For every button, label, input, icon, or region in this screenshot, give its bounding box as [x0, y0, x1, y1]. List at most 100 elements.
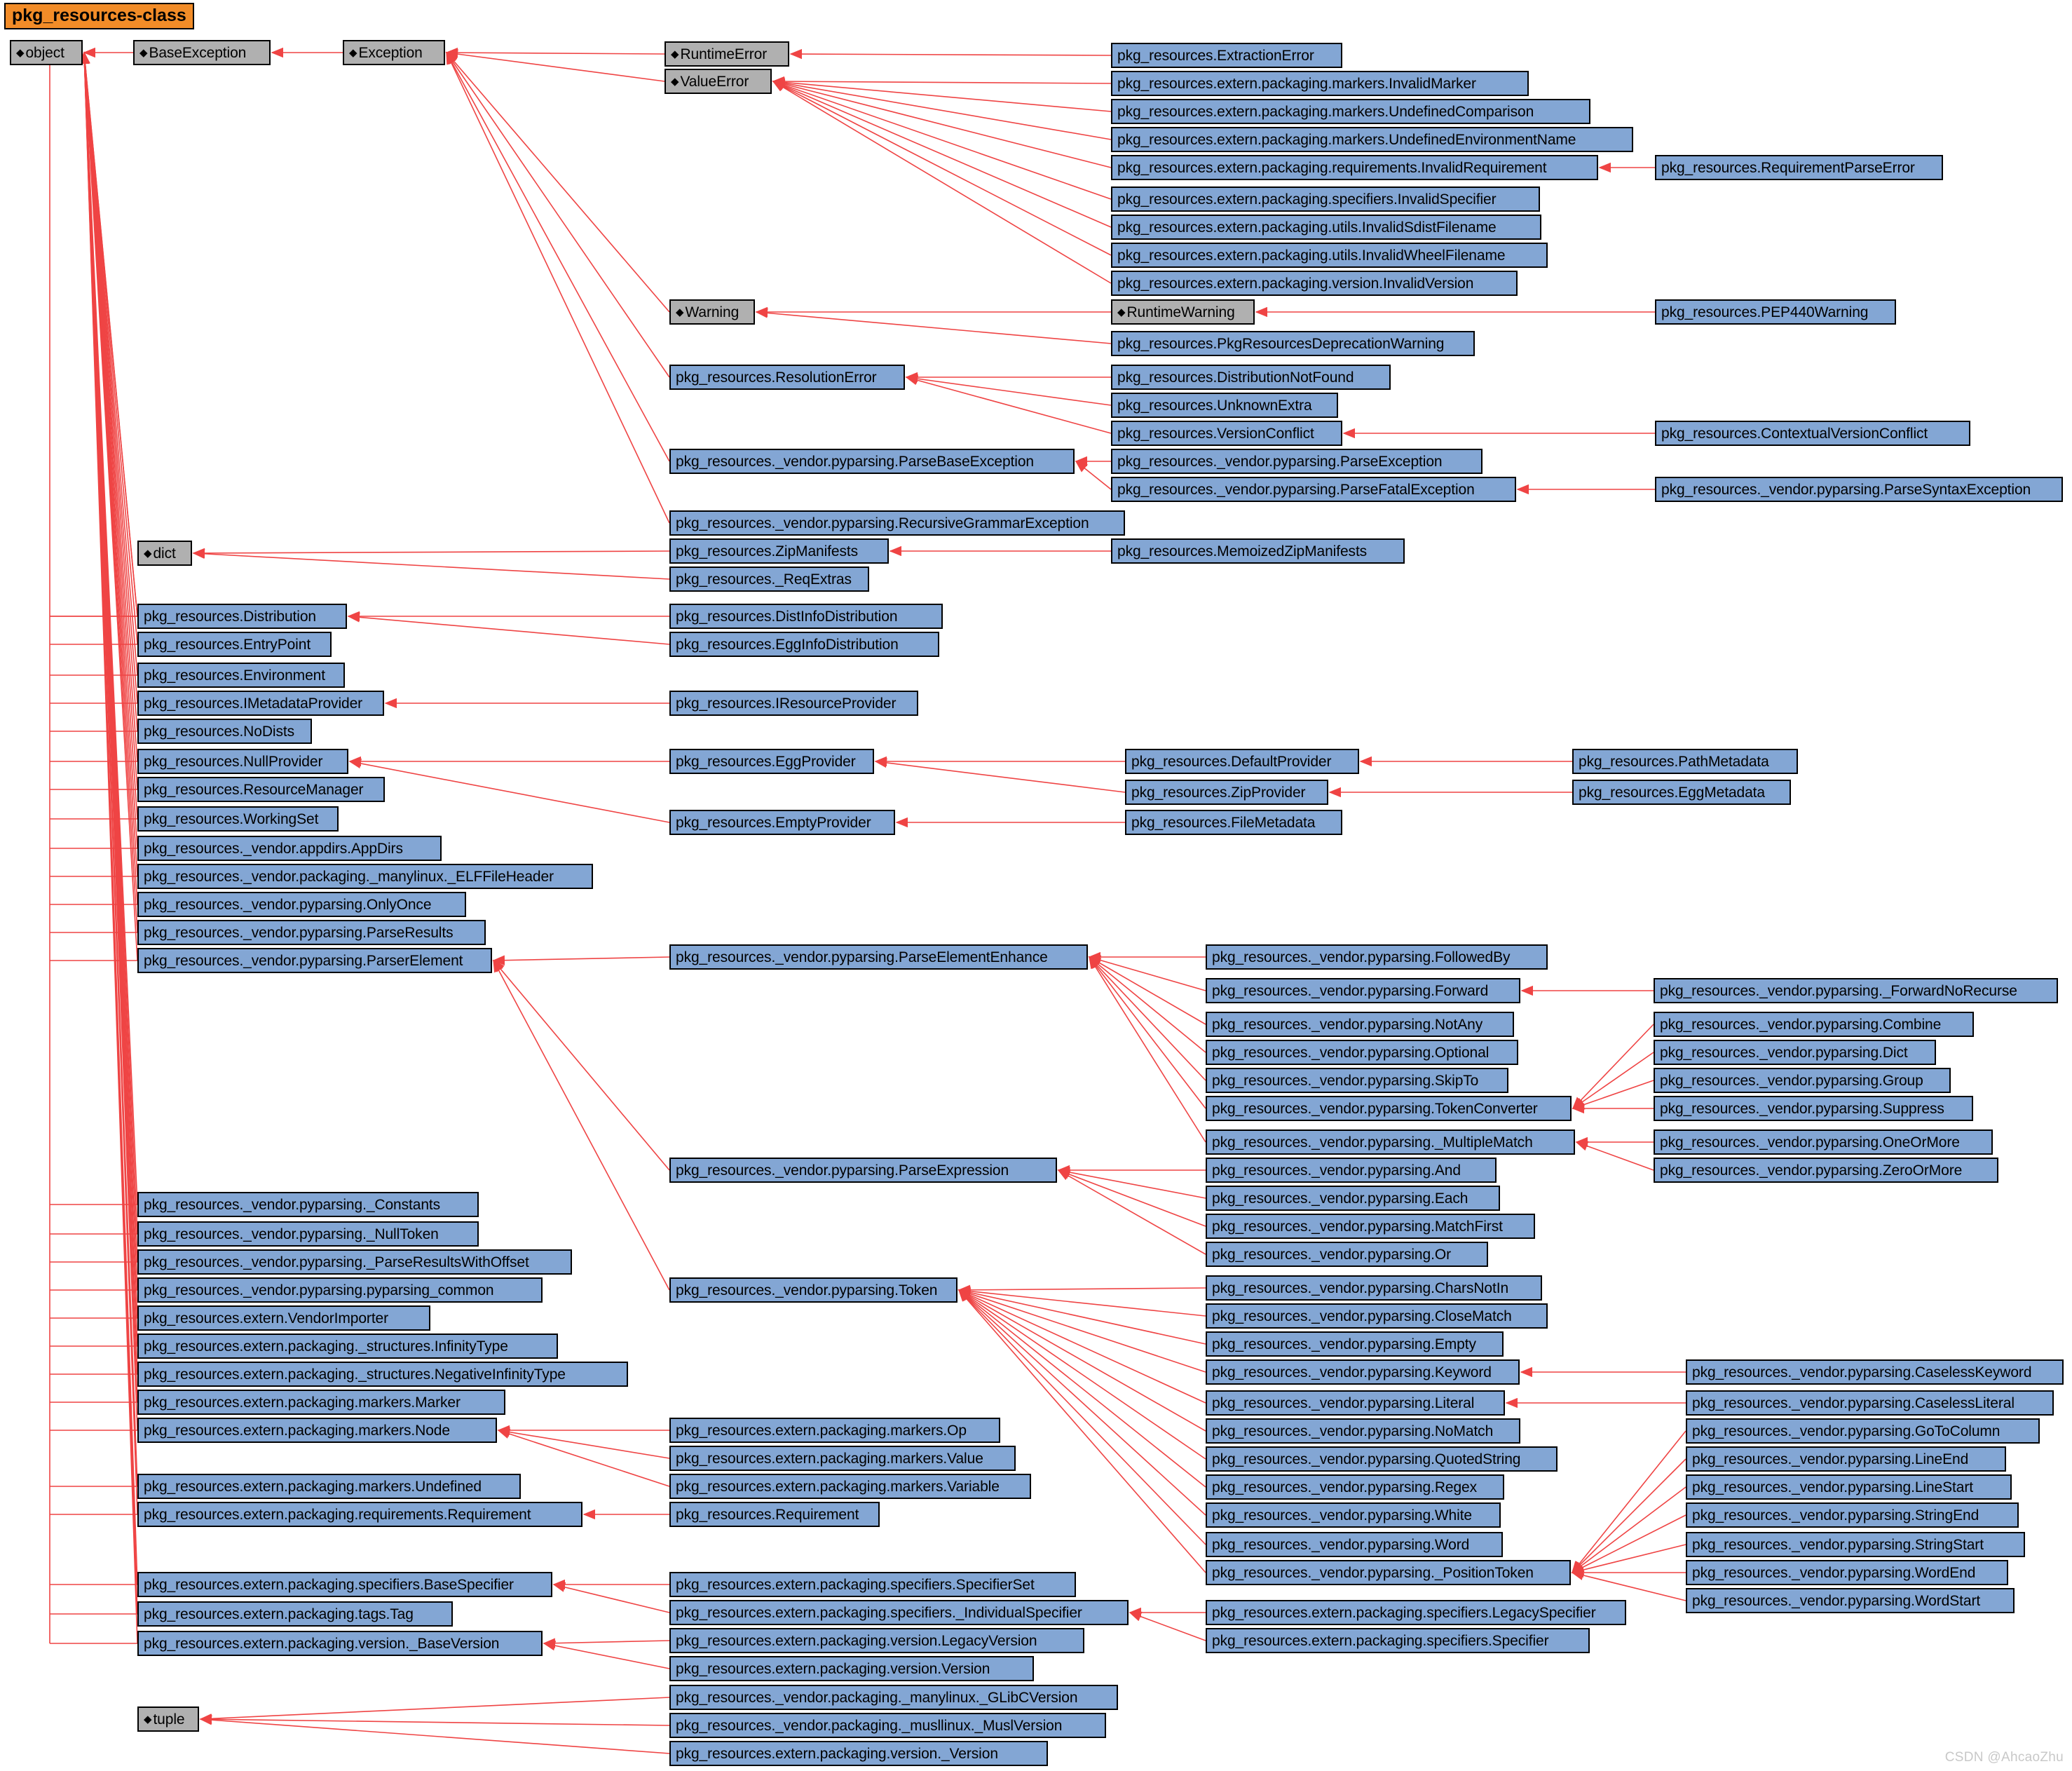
- class-node-imetadataprovider[interactable]: pkg_resources.IMetadataProvider: [137, 691, 384, 716]
- class-node-appdirs[interactable]: pkg_resources._vendor.appdirs.AppDirs: [137, 836, 442, 861]
- class-node-warning[interactable]: Warning: [669, 299, 755, 325]
- class-node-group[interactable]: pkg_resources._vendor.pyparsing.Group: [1654, 1068, 1951, 1093]
- class-node-environment[interactable]: pkg_resources.Environment: [137, 663, 345, 688]
- class-node-pyparsingcommon[interactable]: pkg_resources._vendor.pyparsing.pyparsin…: [137, 1277, 543, 1303]
- class-node-forward[interactable]: pkg_resources._vendor.pyparsing.Forward: [1206, 978, 1520, 1003]
- class-node-parseexception[interactable]: pkg_resources._vendor.pyparsing.ParseExc…: [1111, 449, 1483, 474]
- class-node-matchfirst[interactable]: pkg_resources._vendor.pyparsing.MatchFir…: [1206, 1214, 1535, 1239]
- class-node-dict[interactable]: dict: [137, 541, 192, 566]
- class-node-followedby[interactable]: pkg_resources._vendor.pyparsing.Followed…: [1206, 944, 1548, 970]
- class-node-pyor[interactable]: pkg_resources._vendor.pyparsing.Or: [1206, 1242, 1488, 1267]
- class-node-legacyversion[interactable]: pkg_resources.extern.packaging.version.L…: [669, 1628, 1084, 1653]
- class-node-regex[interactable]: pkg_resources._vendor.pyparsing.Regex: [1206, 1474, 1504, 1500]
- class-node-invalidsdistfilename[interactable]: pkg_resources.extern.packaging.utils.Inv…: [1111, 215, 1541, 240]
- class-node-muslversion[interactable]: pkg_resources._vendor.packaging._musllin…: [669, 1713, 1106, 1738]
- class-node-skipto[interactable]: pkg_resources._vendor.pyparsing.SkipTo: [1206, 1068, 1508, 1093]
- class-node-stringend[interactable]: pkg_resources._vendor.pyparsing.StringEn…: [1686, 1502, 2019, 1528]
- class-node-memoizedzipmanifests[interactable]: pkg_resources.MemoizedZipManifests: [1111, 538, 1405, 564]
- class-node-workingset[interactable]: pkg_resources.WorkingSet: [137, 806, 339, 832]
- class-node-markersvalue[interactable]: pkg_resources.extern.packaging.markers.V…: [669, 1446, 1016, 1471]
- class-node-vendorimporter[interactable]: pkg_resources.extern.VendorImporter: [137, 1305, 430, 1331]
- class-node-pkgresourcesdeprecationwarning[interactable]: pkg_resources.PkgResourcesDeprecationWar…: [1111, 331, 1475, 356]
- class-node-filemetadata[interactable]: pkg_resources.FileMetadata: [1125, 810, 1342, 835]
- class-node-eggmetadata[interactable]: pkg_resources.EggMetadata: [1572, 780, 1791, 805]
- class-node-parseexpression[interactable]: pkg_resources._vendor.pyparsing.ParseExp…: [669, 1158, 1057, 1183]
- class-node-distribution[interactable]: pkg_resources.Distribution: [137, 604, 347, 629]
- class-node-versionconflict[interactable]: pkg_resources.VersionConflict: [1111, 421, 1342, 446]
- class-node-parsefatalexception[interactable]: pkg_resources._vendor.pyparsing.ParseFat…: [1111, 477, 1516, 502]
- class-node-optional[interactable]: pkg_resources._vendor.pyparsing.Optional: [1206, 1040, 1518, 1065]
- class-node-unknownextra[interactable]: pkg_resources.UnknownExtra: [1111, 393, 1338, 418]
- class-node-keyword[interactable]: pkg_resources._vendor.pyparsing.Keyword: [1206, 1359, 1520, 1385]
- class-node-extractionerror[interactable]: pkg_resources.ExtractionError: [1111, 43, 1342, 68]
- class-node-eggprovider[interactable]: pkg_resources.EggProvider: [669, 749, 874, 774]
- class-node-closematch[interactable]: pkg_resources._vendor.pyparsing.CloseMat…: [1206, 1303, 1548, 1329]
- class-node-parserelement[interactable]: pkg_resources._vendor.pyparsing.ParserEl…: [137, 948, 492, 973]
- class-node-iresourceprovider[interactable]: pkg_resources.IResourceProvider: [669, 691, 918, 716]
- class-node-baseexception[interactable]: BaseException: [133, 40, 271, 65]
- class-node-basespecifier[interactable]: pkg_resources.extern.packaging.specifier…: [137, 1572, 552, 1597]
- class-node-onlyonce[interactable]: pkg_resources._vendor.pyparsing.OnlyOnce: [137, 892, 466, 917]
- class-node-runtimewarning[interactable]: RuntimeWarning: [1111, 299, 1255, 325]
- class-node-lineend[interactable]: pkg_resources._vendor.pyparsing.LineEnd: [1686, 1446, 2006, 1472]
- class-node-infinitytype[interactable]: pkg_resources.extern.packaging._structur…: [137, 1334, 558, 1359]
- class-node-object[interactable]: object: [10, 40, 83, 65]
- class-node-requirementparseerror[interactable]: pkg_resources.RequirementParseError: [1655, 155, 1943, 180]
- class-node-contextualversionconflict[interactable]: pkg_resources.ContextualVersionConflict: [1655, 421, 1970, 446]
- class-node-pydict[interactable]: pkg_resources._vendor.pyparsing.Dict: [1654, 1040, 1936, 1065]
- class-node-defaultprovider[interactable]: pkg_resources.DefaultProvider: [1125, 749, 1359, 774]
- class-node-glibcversion[interactable]: pkg_resources._vendor.packaging._manylin…: [669, 1685, 1118, 1710]
- class-node-marker[interactable]: pkg_resources.extern.packaging.markers.M…: [137, 1390, 505, 1415]
- class-node-negativeinfinitytype[interactable]: pkg_resources.extern.packaging._structur…: [137, 1362, 628, 1387]
- class-node-undefinedenvironmentname[interactable]: pkg_resources.extern.packaging.markers.U…: [1111, 127, 1633, 152]
- class-node-emptyprovider[interactable]: pkg_resources.EmptyProvider: [669, 810, 895, 835]
- class-node-charsnotin[interactable]: pkg_resources._vendor.pyparsing.CharsNot…: [1206, 1275, 1542, 1301]
- class-node-wordstart[interactable]: pkg_resources._vendor.pyparsing.WordStar…: [1686, 1588, 2015, 1613]
- class-node-markersundefined[interactable]: pkg_resources.extern.packaging.markers.U…: [137, 1474, 521, 1499]
- class-node-resolutionerror[interactable]: pkg_resources.ResolutionError: [669, 365, 905, 390]
- class-node-undefinedcomparison[interactable]: pkg_resources.extern.packaging.markers.U…: [1111, 99, 1590, 124]
- class-node-multiplematch[interactable]: pkg_resources._vendor.pyparsing._Multipl…: [1206, 1129, 1575, 1155]
- class-node-invalidversion[interactable]: pkg_resources.extern.packaging.version.I…: [1111, 271, 1518, 296]
- class-node-token[interactable]: pkg_resources._vendor.pyparsing.Token: [669, 1277, 957, 1303]
- class-node-parseresultswithoffset[interactable]: pkg_resources._vendor.pyparsing._ParseRe…: [137, 1249, 572, 1275]
- class-node-zipmanifests[interactable]: pkg_resources.ZipManifests: [669, 538, 889, 564]
- class-node-notany[interactable]: pkg_resources._vendor.pyparsing.NotAny: [1206, 1012, 1514, 1037]
- class-node-resourcemanager[interactable]: pkg_resources.ResourceManager: [137, 777, 385, 802]
- class-node-constants[interactable]: pkg_resources._vendor.pyparsing._Constan…: [137, 1192, 479, 1217]
- class-node-positiontoken[interactable]: pkg_resources._vendor.pyparsing._Positio…: [1206, 1560, 1571, 1585]
- class-node-requirement[interactable]: pkg_resources.Requirement: [669, 1502, 880, 1527]
- class-node-versionv[interactable]: pkg_resources.extern.packaging.version.V…: [669, 1656, 1034, 1681]
- class-node-parsebaseexception[interactable]: pkg_resources._vendor.pyparsing.ParseBas…: [669, 449, 1075, 474]
- class-node-white[interactable]: pkg_resources._vendor.pyparsing.White: [1206, 1502, 1501, 1528]
- class-node-zipprovider[interactable]: pkg_resources.ZipProvider: [1125, 780, 1328, 805]
- class-node-specifierset[interactable]: pkg_resources.extern.packaging.specifier…: [669, 1572, 1076, 1597]
- class-node-invalidwheelfilename[interactable]: pkg_resources.extern.packaging.utils.Inv…: [1111, 243, 1548, 268]
- class-node-nulltoken[interactable]: pkg_resources._vendor.pyparsing._NullTok…: [137, 1221, 479, 1247]
- class-node-suppress[interactable]: pkg_resources._vendor.pyparsing.Suppress: [1654, 1096, 1973, 1121]
- class-node-tokenconverter[interactable]: pkg_resources._vendor.pyparsing.TokenCon…: [1206, 1096, 1572, 1121]
- class-node-gotocolumn[interactable]: pkg_resources._vendor.pyparsing.GoToColu…: [1686, 1418, 2040, 1444]
- class-node-nomatch[interactable]: pkg_resources._vendor.pyparsing.NoMatch: [1206, 1418, 1520, 1444]
- class-node-pep440warning[interactable]: pkg_resources.PEP440Warning: [1655, 299, 1896, 325]
- class-node-specifier[interactable]: pkg_resources.extern.packaging.specifier…: [1206, 1628, 1590, 1653]
- class-node-entrypoint[interactable]: pkg_resources.EntryPoint: [137, 632, 332, 657]
- class-node-invalidmarker[interactable]: pkg_resources.extern.packaging.markers.I…: [1111, 71, 1529, 96]
- class-node-oneormore[interactable]: pkg_resources._vendor.pyparsing.OneOrMor…: [1654, 1129, 1993, 1155]
- class-node-literal[interactable]: pkg_resources._vendor.pyparsing.Literal: [1206, 1390, 1505, 1416]
- class-node-tuple[interactable]: tuple: [137, 1706, 199, 1732]
- class-node-valueerror[interactable]: ValueError: [664, 69, 772, 94]
- class-node-parseresults[interactable]: pkg_resources._vendor.pyparsing.ParseRes…: [137, 920, 486, 945]
- class-node-markersvariable[interactable]: pkg_resources.extern.packaging.markers.V…: [669, 1474, 1031, 1499]
- class-node-reqextras[interactable]: pkg_resources._ReqExtras: [669, 566, 869, 592]
- class-node-combine[interactable]: pkg_resources._vendor.pyparsing.Combine: [1654, 1012, 1974, 1037]
- class-node-individualspecifier[interactable]: pkg_resources.extern.packaging.specifier…: [669, 1600, 1129, 1625]
- class-node-pyand[interactable]: pkg_resources._vendor.pyparsing.And: [1206, 1158, 1497, 1183]
- class-node-legacyspecifier[interactable]: pkg_resources.extern.packaging.specifier…: [1206, 1600, 1626, 1625]
- class-node-forwardnorecurse[interactable]: pkg_resources._vendor.pyparsing._Forward…: [1654, 978, 2058, 1003]
- class-node-distributionnotfound[interactable]: pkg_resources.DistributionNotFound: [1111, 365, 1391, 390]
- class-node-each[interactable]: pkg_resources._vendor.pyparsing.Each: [1206, 1186, 1500, 1211]
- class-node-node[interactable]: pkg_resources.extern.packaging.markers.N…: [137, 1418, 497, 1443]
- class-node-empty[interactable]: pkg_resources._vendor.pyparsing.Empty: [1206, 1331, 1504, 1357]
- class-node-egginfodistribution[interactable]: pkg_resources.EggInfoDistribution: [669, 632, 939, 657]
